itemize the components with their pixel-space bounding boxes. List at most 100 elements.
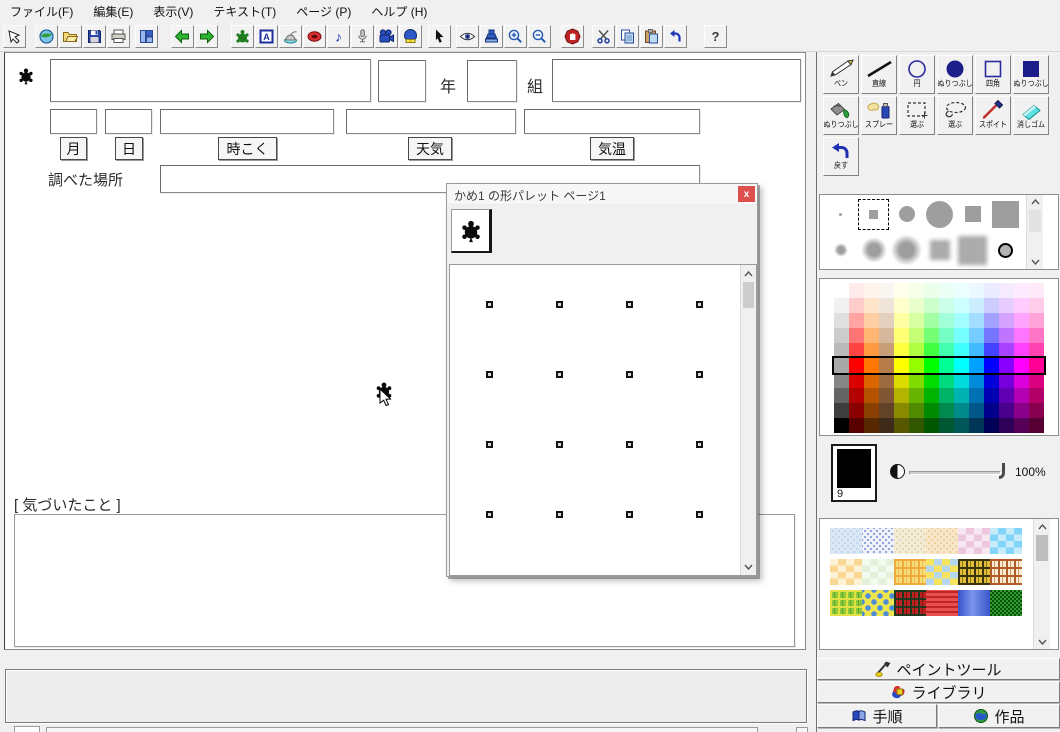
pattern-swatch[interactable] [990, 559, 1022, 585]
brush-option[interactable] [956, 196, 989, 232]
opacity-slider-track[interactable] [909, 471, 1001, 475]
palette-color[interactable] [864, 373, 879, 388]
pattern-swatch[interactable] [830, 559, 862, 585]
brush-option[interactable] [890, 232, 923, 268]
palette-color[interactable] [909, 298, 924, 313]
pattern-swatch[interactable] [926, 590, 958, 616]
toolbar-pointer-button[interactable] [428, 25, 451, 48]
palette-color[interactable] [1014, 298, 1029, 313]
toolbar-record-button[interactable] [351, 25, 374, 48]
shape-slot[interactable] [696, 511, 703, 518]
shape-slot[interactable] [626, 441, 633, 448]
palette-color[interactable] [984, 388, 999, 403]
brush-option[interactable] [857, 196, 890, 232]
brush-option[interactable] [824, 196, 857, 232]
palette-color[interactable] [954, 418, 969, 433]
palette-color[interactable] [924, 418, 939, 433]
brush-option[interactable] [824, 232, 857, 268]
palette-color[interactable] [894, 373, 909, 388]
palette-color[interactable] [939, 328, 954, 343]
pattern-swatch[interactable] [958, 590, 990, 616]
palette-color[interactable] [894, 418, 909, 433]
palette-color[interactable] [954, 283, 969, 298]
brush-option[interactable] [890, 196, 923, 232]
palette-color[interactable] [969, 358, 984, 373]
palette-color[interactable] [939, 388, 954, 403]
close-icon[interactable]: x [738, 186, 755, 202]
palette-color[interactable] [1029, 388, 1044, 403]
palette-color[interactable] [879, 283, 894, 298]
shape-slot[interactable] [626, 371, 633, 378]
palette-color[interactable] [939, 358, 954, 373]
shape-slot[interactable] [486, 371, 493, 378]
palette-color[interactable] [1029, 298, 1044, 313]
pattern-swatch[interactable] [990, 528, 1022, 554]
palette-color[interactable] [909, 403, 924, 418]
palette-color[interactable] [954, 298, 969, 313]
palette-color[interactable] [954, 343, 969, 358]
toolbar-cut-button[interactable] [592, 25, 615, 48]
palette-color[interactable] [939, 343, 954, 358]
shape-slot-area[interactable] [449, 264, 757, 576]
palette-color[interactable] [894, 298, 909, 313]
palette-color[interactable] [909, 388, 924, 403]
palette-color[interactable] [1014, 403, 1029, 418]
palette-color[interactable] [834, 343, 849, 358]
month-field[interactable] [50, 109, 97, 134]
palette-color[interactable] [864, 388, 879, 403]
palette-color[interactable] [894, 328, 909, 343]
palette-color[interactable] [849, 358, 864, 373]
paint-tool-button[interactable]: ペイントツール [817, 658, 1060, 680]
pattern-swatch[interactable] [990, 590, 1022, 616]
palette-color[interactable] [879, 403, 894, 418]
palette-color[interactable] [894, 343, 909, 358]
palette-color[interactable] [969, 328, 984, 343]
palette-color[interactable] [999, 388, 1014, 403]
palette-color[interactable] [849, 373, 864, 388]
palette-color[interactable] [864, 313, 879, 328]
menu-text[interactable]: テキスト(T) [203, 0, 286, 23]
tool-square-outline-button[interactable]: 四角 [975, 55, 1011, 94]
toolbar-page-forward-button[interactable] [195, 25, 218, 48]
palette-color[interactable] [924, 313, 939, 328]
shape-slot[interactable] [556, 301, 563, 308]
pattern-scrollbar[interactable] [1033, 519, 1050, 649]
brush-option[interactable] [923, 232, 956, 268]
pattern-swatch[interactable] [894, 559, 926, 585]
palette-color[interactable] [969, 343, 984, 358]
pattern-swatch[interactable] [926, 559, 958, 585]
time-field[interactable] [160, 109, 334, 134]
name-field[interactable] [50, 59, 371, 102]
palette-color[interactable] [1029, 373, 1044, 388]
palette-color[interactable] [984, 358, 999, 373]
palette-color[interactable] [909, 328, 924, 343]
palette-color[interactable] [1014, 358, 1029, 373]
tool-select-lasso-button[interactable]: 選ぶ [937, 96, 973, 135]
palette-color[interactable] [909, 343, 924, 358]
toolbar-layout-button[interactable] [135, 25, 158, 48]
pattern-swatch[interactable] [958, 559, 990, 585]
toolbar-scene-button[interactable] [279, 25, 302, 48]
palette-color[interactable] [879, 328, 894, 343]
class-field[interactable] [467, 60, 517, 102]
scroll-down-icon[interactable] [1034, 634, 1050, 649]
palette-color[interactable] [1014, 418, 1029, 433]
menu-help[interactable]: ヘルプ (H) [361, 0, 437, 23]
shape-slot[interactable] [696, 371, 703, 378]
brush-scrollbar[interactable] [1026, 195, 1043, 269]
palette-color[interactable] [954, 328, 969, 343]
palette-color[interactable] [999, 418, 1014, 433]
palette-color[interactable] [834, 328, 849, 343]
palette-color[interactable] [954, 313, 969, 328]
palette-color[interactable] [864, 328, 879, 343]
palette-color[interactable] [834, 373, 849, 388]
palette-color[interactable] [939, 313, 954, 328]
dialog-scrollbar[interactable] [740, 265, 756, 575]
palette-color[interactable] [984, 403, 999, 418]
palette-color[interactable] [969, 298, 984, 313]
palette-color[interactable] [864, 403, 879, 418]
palette-color[interactable] [984, 328, 999, 343]
palette-color[interactable] [984, 313, 999, 328]
tool-bucket-button[interactable]: ぬりつぶし [823, 96, 859, 135]
palette-color[interactable] [849, 328, 864, 343]
